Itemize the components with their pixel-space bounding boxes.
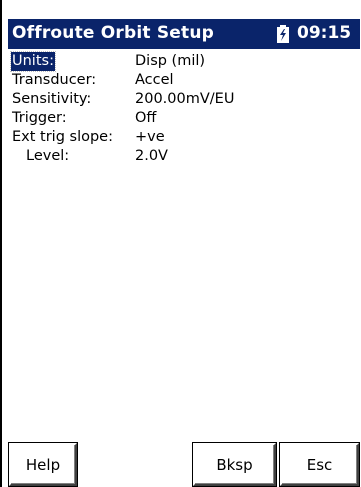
battery-charging-icon: [276, 25, 290, 43]
setting-row-units[interactable]: Units: Disp (mil): [8, 51, 360, 72]
title-bar: Offroute Orbit Setup 09:15: [8, 19, 360, 49]
setting-row-transducer[interactable]: Transducer: Accel: [8, 71, 360, 90]
screen-title: Offroute Orbit Setup: [12, 23, 215, 43]
ext-trig-slope-label[interactable]: Ext trig slope:: [12, 128, 113, 147]
screen-left-edge: [0, 0, 2, 487]
setting-row-sensitivity[interactable]: Sensitivity: 200.00mV/EU: [8, 90, 360, 109]
transducer-label[interactable]: Transducer:: [12, 71, 96, 90]
sensitivity-label[interactable]: Sensitivity:: [12, 90, 91, 109]
backspace-button[interactable]: Bksp: [193, 443, 276, 486]
trigger-label[interactable]: Trigger:: [12, 109, 67, 128]
settings-list: Units: Disp (mil) Transducer: Accel Sens…: [8, 51, 360, 166]
escape-button[interactable]: Esc: [280, 443, 359, 486]
setting-row-ext-trig-slope[interactable]: Ext trig slope: +ve: [8, 128, 360, 147]
softkey-bar: Help Bksp Esc: [8, 443, 360, 487]
level-value: 2.0V: [135, 148, 168, 164]
ext-trig-slope-value: +ve: [135, 129, 165, 145]
transducer-value: Accel: [135, 72, 174, 88]
help-button[interactable]: Help: [9, 443, 77, 486]
units-value: Disp (mil): [135, 53, 206, 69]
units-label[interactable]: Units:: [10, 51, 56, 72]
sensitivity-value: 200.00mV/EU: [135, 91, 235, 107]
setting-row-trigger[interactable]: Trigger: Off: [8, 109, 360, 128]
level-label[interactable]: Level:: [26, 147, 69, 166]
clock: 09:15: [297, 23, 352, 43]
trigger-value: Off: [135, 110, 157, 126]
setting-row-level[interactable]: Level: 2.0V: [8, 147, 360, 166]
device-screen: Offroute Orbit Setup 09:15 Units: Disp (…: [0, 0, 361, 487]
